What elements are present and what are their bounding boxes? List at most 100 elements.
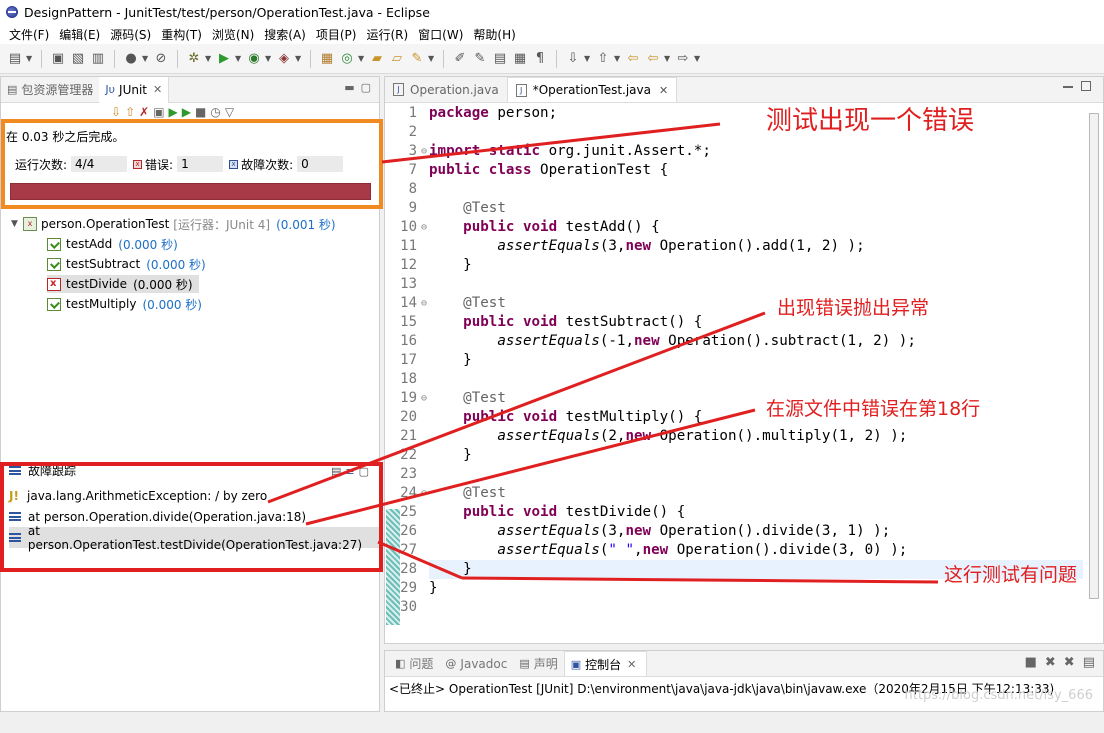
save-all-icon[interactable]: ▧ xyxy=(69,50,87,68)
block-selection-icon[interactable]: ▦ xyxy=(511,50,529,68)
next-failure-icon[interactable]: ⇩ xyxy=(111,105,121,119)
close-icon[interactable]: ✕ xyxy=(627,658,636,671)
history-icon[interactable]: ◷ xyxy=(210,105,220,119)
save-icon[interactable]: ▣ xyxy=(49,50,67,68)
code-line[interactable]: public void testAdd() { xyxy=(429,218,1083,237)
user-icon[interactable]: ● xyxy=(122,50,140,68)
user-dropdown-icon[interactable]: ▼ xyxy=(142,54,150,63)
code-line[interactable]: } xyxy=(429,351,1083,370)
close-icon[interactable]: ✕ xyxy=(659,84,668,97)
code-line[interactable]: @Test xyxy=(429,484,1083,503)
back-dropdown-icon[interactable]: ▼ xyxy=(664,54,672,63)
menu-navigate[interactable]: 浏览(N) xyxy=(207,26,259,43)
forward-dropdown-icon[interactable]: ▼ xyxy=(694,54,702,63)
code-line[interactable] xyxy=(429,465,1083,484)
annotation-icon[interactable]: ✐ xyxy=(451,50,469,68)
code-line[interactable]: assertEquals(3,new Operation().add(1, 2)… xyxy=(429,237,1083,256)
view-menu-icon[interactable]: ▽ xyxy=(225,105,234,119)
code-line[interactable]: assertEquals(-1,new Operation().subtract… xyxy=(429,332,1083,351)
run-icon[interactable]: ▶ xyxy=(215,50,233,68)
mark-occurrences-icon[interactable]: ▤ xyxy=(491,50,509,68)
code-line[interactable]: } xyxy=(429,256,1083,275)
tab-problems[interactable]: ◧ 问题 xyxy=(389,651,439,676)
code-line[interactable]: import static org.junit.Assert.*; xyxy=(429,142,1083,161)
new-dropdown-icon[interactable]: ▼ xyxy=(26,54,34,63)
chevron-down-icon[interactable]: ▼ xyxy=(11,219,23,229)
code-line[interactable]: } xyxy=(429,446,1083,465)
clear-console-icon[interactable]: ▤ xyxy=(1083,655,1095,670)
code-line[interactable]: @Test xyxy=(429,389,1083,408)
code-line[interactable]: public class OperationTest { xyxy=(429,161,1083,180)
new-class-icon[interactable]: ◎ xyxy=(338,50,356,68)
code-line[interactable] xyxy=(429,598,1083,617)
code-line[interactable]: package person; xyxy=(429,104,1083,123)
code-line[interactable] xyxy=(429,370,1083,389)
pen-icon[interactable]: ✎ xyxy=(471,50,489,68)
coverage-dropdown-icon[interactable]: ▼ xyxy=(265,54,273,63)
close-icon[interactable]: ✕ xyxy=(153,83,162,96)
test-row[interactable]: testSubtract (0.000 秒) xyxy=(11,254,336,274)
test-row[interactable]: testDivide (0.000 秒) xyxy=(11,274,336,294)
prev-annotation-dropdown-icon[interactable]: ▼ xyxy=(614,54,622,63)
rerun-icon[interactable]: ▶ xyxy=(169,105,178,119)
code-line[interactable]: @Test xyxy=(429,294,1083,313)
scroll-lock-icon[interactable]: ▣ xyxy=(153,105,164,119)
code-line[interactable]: public void testSubtract() { xyxy=(429,313,1083,332)
menu-run[interactable]: 运行(R) xyxy=(361,26,413,43)
open-type-icon[interactable]: ▰ xyxy=(368,50,386,68)
maximize-icon[interactable]: ▢ xyxy=(361,81,371,94)
skip-breakpoints-icon[interactable]: ⊘ xyxy=(152,50,170,68)
test-suite-row[interactable]: ▼ x person.OperationTest [运行器：JUnit 4] (… xyxy=(11,214,336,234)
new-class-dropdown-icon[interactable]: ▼ xyxy=(358,54,366,63)
remove-all-icon[interactable]: ✖ xyxy=(1064,655,1075,670)
menu-window[interactable]: 窗口(W) xyxy=(413,26,468,43)
scrollbar-thumb[interactable] xyxy=(1089,113,1099,599)
rerun-failed-icon[interactable]: ▶ xyxy=(182,105,191,119)
new-package-icon[interactable]: ▦ xyxy=(318,50,336,68)
search-dropdown-icon[interactable]: ▼ xyxy=(428,54,436,63)
next-annotation-icon[interactable]: ⇩ xyxy=(564,50,582,68)
code-line[interactable]: assertEquals(" ",new Operation().divide(… xyxy=(429,541,1083,560)
terminate-icon[interactable]: ■ xyxy=(1025,655,1037,670)
debug-icon[interactable]: ✲ xyxy=(185,50,203,68)
prev-annotation-icon[interactable]: ⇧ xyxy=(594,50,612,68)
editor-scrollbar[interactable] xyxy=(1087,113,1101,633)
minimize-icon[interactable]: ▬ xyxy=(344,81,354,94)
stop-icon[interactable]: ■ xyxy=(195,105,206,119)
tab-package-explorer[interactable]: ▤ 包资源管理器 xyxy=(1,77,99,103)
minimize-icon[interactable] xyxy=(1063,86,1073,88)
last-edit-icon[interactable]: ⇦ xyxy=(624,50,642,68)
menu-edit[interactable]: 编辑(E) xyxy=(54,26,105,43)
debug-dropdown-icon[interactable]: ▼ xyxy=(205,54,213,63)
menu-help[interactable]: 帮助(H) xyxy=(468,26,520,43)
tab-operation-java[interactable]: J Operation.java xyxy=(385,77,507,102)
coverage-icon[interactable]: ◉ xyxy=(245,50,263,68)
code-line[interactable]: public void testDivide() { xyxy=(429,503,1083,522)
menu-file[interactable]: 文件(F) xyxy=(4,26,54,43)
open-folder-icon[interactable]: ▱ xyxy=(388,50,406,68)
selected-test[interactable]: testDivide (0.000 秒) xyxy=(47,275,199,293)
new-icon[interactable]: ▤ xyxy=(6,50,24,68)
tab-console[interactable]: ▣ 控制台 ✕ xyxy=(563,651,648,676)
code-line[interactable]: public void testMultiply() { xyxy=(429,408,1083,427)
code-line[interactable] xyxy=(429,123,1083,142)
menu-refactor[interactable]: 重构(T) xyxy=(156,26,207,43)
run-dropdown-icon[interactable]: ▼ xyxy=(235,54,243,63)
tab-declaration[interactable]: ▤ 声明 xyxy=(513,651,563,676)
external-tools-dropdown-icon[interactable]: ▼ xyxy=(295,54,303,63)
code-line[interactable] xyxy=(429,180,1083,199)
menu-source[interactable]: 源码(S) xyxy=(105,26,156,43)
maximize-icon[interactable] xyxy=(1081,81,1091,91)
tab-operation-test-java[interactable]: J *OperationTest.java ✕ xyxy=(506,77,678,102)
show-failures-only-icon[interactable]: ✗ xyxy=(139,105,149,119)
code-line[interactable]: assertEquals(3,new Operation().divide(3,… xyxy=(429,522,1083,541)
code-line[interactable]: @Test xyxy=(429,199,1083,218)
show-whitespace-icon[interactable]: ¶ xyxy=(531,50,549,68)
next-annotation-dropdown-icon[interactable]: ▼ xyxy=(584,54,592,63)
test-row[interactable]: testMultiply (0.000 秒) xyxy=(11,294,336,314)
menu-search[interactable]: 搜索(A) xyxy=(259,26,311,43)
previous-failure-icon[interactable]: ⇧ xyxy=(125,105,135,119)
menu-project[interactable]: 项目(P) xyxy=(311,26,362,43)
code-line[interactable]: assertEquals(2,new Operation().multiply(… xyxy=(429,427,1083,446)
search-icon[interactable]: ✎ xyxy=(408,50,426,68)
